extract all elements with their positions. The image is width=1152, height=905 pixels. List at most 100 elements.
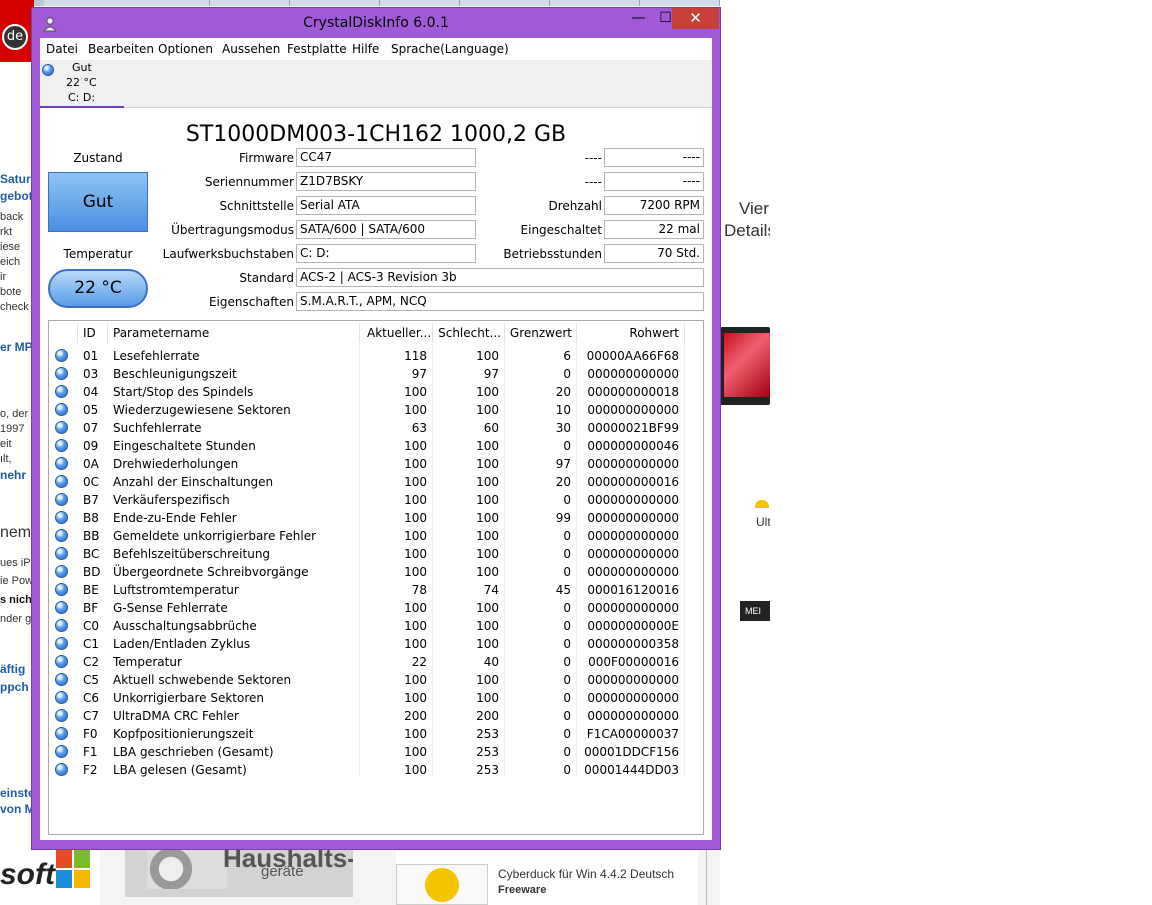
smart-table-row[interactable]: 0C Anzahl der Einschaltungen 100 100 20 00000… (49, 473, 689, 491)
smart-table-row[interactable]: F1 LBA geschrieben (Gesamt) 100 253 0 00001DD… (49, 743, 689, 761)
smart-cell-threshold: 0 (563, 565, 571, 579)
health-status-icon (42, 64, 54, 76)
smart-cell-worst: 60 (483, 421, 499, 435)
menu-aussehen[interactable]: Aussehen (222, 42, 280, 56)
smart-cell-id: BE (83, 583, 99, 597)
column-divider[interactable] (359, 323, 360, 343)
smart-table-row[interactable]: 01 Lesefehlerrate 118 100 6 00000AA66F68 (49, 347, 689, 365)
smart-table-row[interactable]: C0 Ausschaltungsabbrüche 100 100 0 0000000000… (49, 617, 689, 635)
background-nav-tab (640, 0, 720, 6)
column-divider[interactable] (107, 323, 108, 343)
unknown-field-1: ---- (604, 148, 704, 167)
smart-cell-id: B7 (83, 493, 99, 507)
smart-table-row[interactable]: BE Luftstromtemperatur 78 74 45 000016120016 (49, 581, 689, 599)
smart-cell-current: 118 (404, 349, 427, 363)
smart-table-row[interactable]: 0A Drehwiederholungen 100 100 97 000000000000 (49, 455, 689, 473)
smart-cell-current: 100 (404, 619, 427, 633)
smart-table-row[interactable]: BB Gemeldete unkorrigierbare Fehler 100 100… (49, 527, 689, 545)
smart-table-row[interactable]: BD Übergeordnete Schreibvorgänge 100 100 0 00… (49, 563, 689, 581)
title-bar[interactable]: CrystalDiskInfo 6.0.1 — ☐ ✕ (32, 8, 720, 38)
background-haushalt-ad[interactable]: Haushalts- geräte (125, 849, 353, 897)
smart-table-row[interactable]: F0 Kopfpositionierungszeit 100 253 0 F1CA0000… (49, 725, 689, 743)
menu-datei[interactable]: Datei (46, 42, 78, 56)
smart-table-row[interactable]: 04 Start/Stop des Spindels 100 100 20 0000000… (49, 383, 689, 401)
desktop-empty-area (770, 0, 1152, 905)
background-download-title[interactable]: Cyberduck für Win 4.4.2 Deutsch (498, 867, 674, 881)
column-header-name[interactable]: Parametername (113, 321, 209, 345)
menu-sprache[interactable]: Sprache(Language) (391, 42, 509, 56)
background-left-snippet[interactable]: Satur (0, 172, 31, 186)
smart-cell-raw: 00001DDCF156 (584, 745, 679, 759)
smart-table-row[interactable]: B8 Ende-zu-Ende Fehler 100 100 99 00000000000… (49, 509, 689, 527)
background-left-snippet[interactable]: äftig (0, 662, 25, 676)
minimize-button[interactable]: — (625, 8, 652, 29)
column-divider[interactable] (684, 323, 685, 343)
background-left-snippet: bote (0, 286, 22, 298)
column-divider[interactable] (576, 323, 577, 343)
temperature-display[interactable]: 22 °C (48, 269, 148, 308)
smart-table-row[interactable]: C1 Laden/Entladen Zyklus 100 100 0 0000000003… (49, 635, 689, 653)
smart-table-row[interactable]: F2 LBA gelesen (Gesamt) 100 253 0 00001444DD0… (49, 761, 689, 779)
drive-tab[interactable]: Gut 22 °C C: D: (40, 60, 124, 108)
smart-cell-worst: 100 (476, 619, 499, 633)
smart-cell-name: Drehwiederholungen (113, 457, 239, 471)
column-header-raw[interactable]: Rohwert (579, 321, 679, 345)
column-divider[interactable] (432, 323, 433, 343)
background-left-snippet[interactable]: ppch (0, 680, 29, 694)
smart-cell-raw: 000000000000 (587, 529, 679, 543)
smart-cell-raw: 000000000000 (587, 691, 679, 705)
smart-table-row[interactable]: C2 Temperatur 22 40 0 000F00000016 (49, 653, 689, 671)
column-header-worst[interactable]: Schlecht... (437, 321, 501, 345)
smart-cell-id: F2 (83, 763, 98, 777)
menu-festplatte[interactable]: Festplatte (287, 42, 347, 56)
smart-table-row[interactable]: 05 Wiederzugewiesene Sektoren 100 100 10 0000… (49, 401, 689, 419)
smart-cell-current: 100 (404, 385, 427, 399)
background-right-text: Vierl (739, 199, 770, 218)
firmware-label: Firmware (239, 151, 294, 165)
background-left-snippet[interactable]: er MP (0, 340, 33, 354)
column-divider[interactable] (77, 323, 78, 343)
background-right-text: Details (724, 221, 770, 240)
close-button[interactable]: ✕ (672, 8, 719, 29)
column-header-threshold[interactable]: Grenzwert (509, 321, 572, 345)
smart-table-row[interactable]: B7 Verkäuferspezifisch 100 100 0 000000000000 (49, 491, 689, 509)
smart-table-row[interactable]: BC Befehlszeitüberschreitung 100 100 0 000000… (49, 545, 689, 563)
smart-cell-current: 100 (404, 475, 427, 489)
smart-cell-threshold: 0 (563, 673, 571, 687)
background-left-snippet[interactable]: einste (0, 786, 35, 800)
background-left-snippet[interactable]: nehr (0, 468, 26, 482)
smart-cell-worst: 200 (476, 709, 499, 723)
smart-table-row[interactable]: 03 Beschleunigungszeit 97 97 0 000000000000 (49, 365, 689, 383)
menu-bearbeiten[interactable]: Bearbeiten (88, 42, 154, 56)
health-status-button[interactable]: Gut (48, 172, 148, 232)
column-header-current[interactable]: Aktueller... (367, 321, 431, 345)
smart-cell-current: 100 (404, 691, 427, 705)
smart-cell-raw: 000000000358 (587, 637, 679, 651)
smart-cell-raw: 000000000000 (587, 547, 679, 561)
background-left-snippet: ılt, (0, 453, 12, 465)
smart-table-row[interactable]: 09 Eingeschaltete Stunden 100 100 0 000000000… (49, 437, 689, 455)
smart-table-row[interactable]: 07 Suchfehlerrate 63 60 30 00000021BF99 (49, 419, 689, 437)
drive-tab-status: Gut (72, 61, 92, 74)
smart-cell-id: F0 (83, 727, 98, 741)
background-left-snippet[interactable]: von M (0, 802, 35, 816)
background-tv-image (720, 327, 770, 405)
background-download-license: Freeware (498, 884, 547, 896)
smart-cell-name: LBA gelesen (Gesamt) (113, 763, 247, 777)
standard-label: Standard (239, 271, 294, 285)
menu-optionen[interactable]: Optionen (158, 42, 213, 56)
smart-cell-threshold: 0 (563, 529, 571, 543)
column-divider[interactable] (504, 323, 505, 343)
smart-cell-current: 100 (404, 403, 427, 417)
smart-attributes-table[interactable]: ID Parametername Aktueller... Schlecht..… (48, 320, 704, 835)
menu-hilfe[interactable]: Hilfe (352, 42, 379, 56)
smart-cell-raw: 00000000000E (587, 619, 679, 633)
smart-cell-current: 100 (404, 493, 427, 507)
smart-table-row[interactable]: C6 Unkorrigierbare Sektoren 100 100 0 0000000… (49, 689, 689, 707)
column-header-id[interactable]: ID (83, 321, 96, 345)
smart-table-row[interactable]: C7 UltraDMA CRC Fehler 200 200 0 000000000000 (49, 707, 689, 725)
smart-cell-threshold: 0 (563, 637, 571, 651)
smart-table-row[interactable]: BF G-Sense Fehlerrate 100 100 0 000000000000 (49, 599, 689, 617)
smart-table-row[interactable]: C5 Aktuell schwebende Sektoren 100 100 0 0000… (49, 671, 689, 689)
attribute-status-icon (55, 565, 68, 578)
